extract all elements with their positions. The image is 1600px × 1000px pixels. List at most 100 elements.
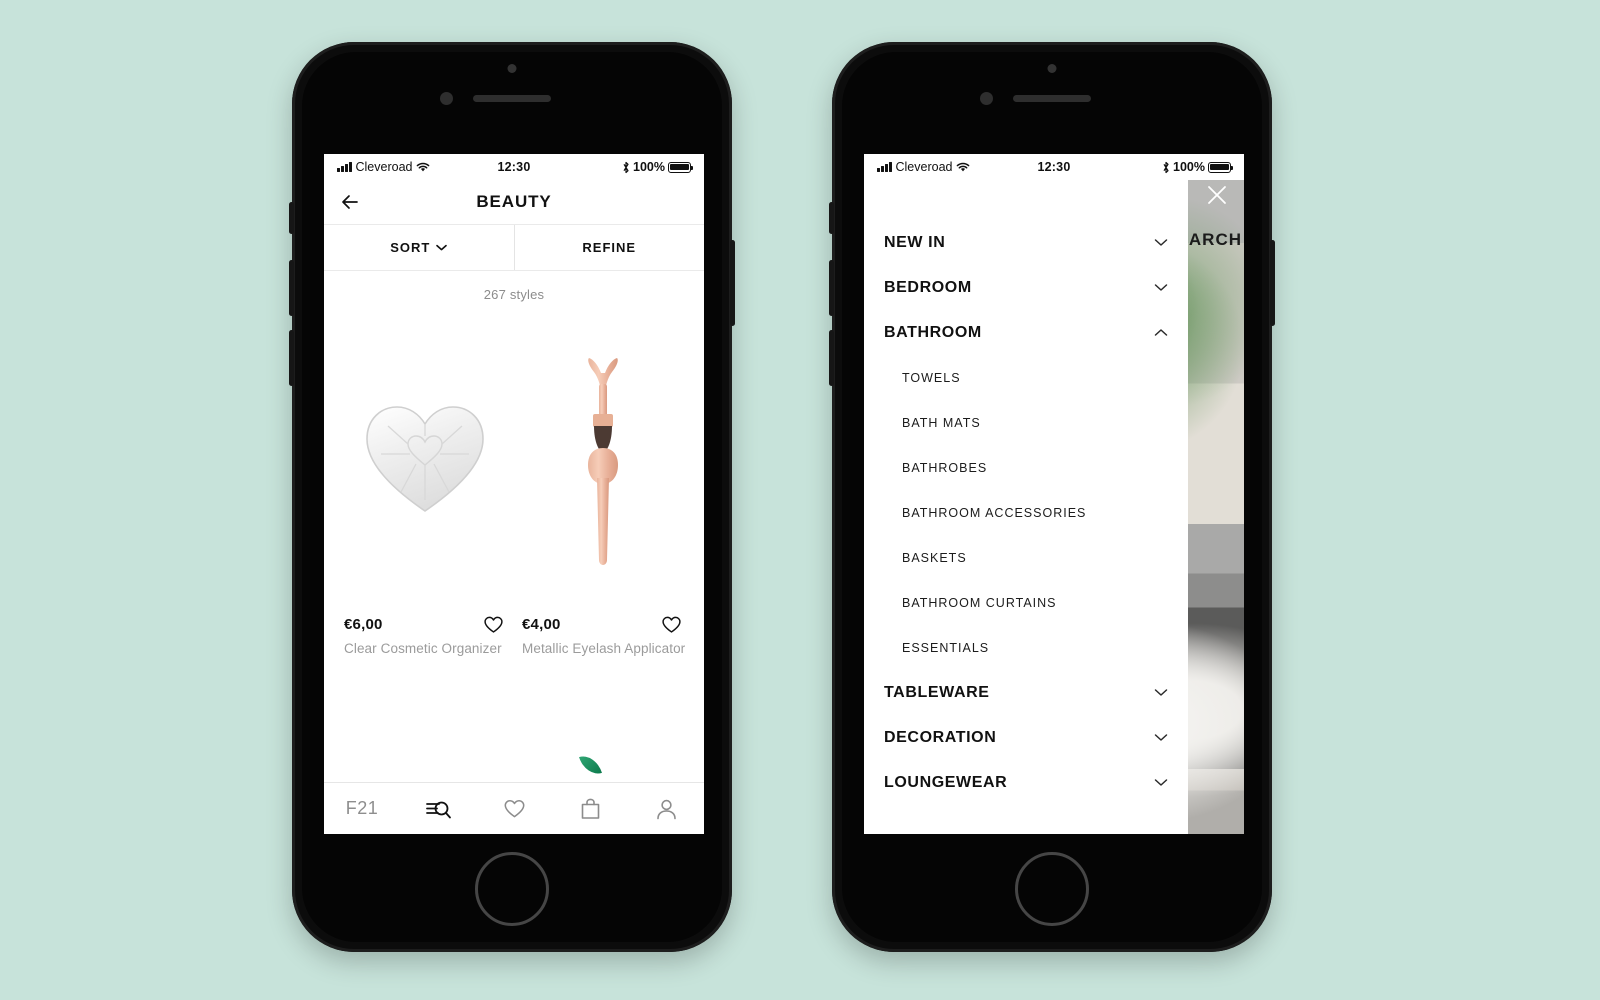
status-bar: Cleveroad 12:30 100% bbox=[324, 154, 704, 180]
heart-outline-icon[interactable] bbox=[483, 614, 504, 635]
signal-bars-icon bbox=[337, 162, 352, 172]
filter-bar: SORT REFINE bbox=[324, 224, 704, 271]
chevron-down-icon bbox=[1154, 689, 1168, 696]
refine-label: REFINE bbox=[582, 240, 637, 255]
battery-percent-label: 100% bbox=[1173, 160, 1205, 174]
menu-item-bathroom[interactable]: BATHROOM bbox=[864, 310, 1188, 355]
screenshot-stage: Cleveroad 12:30 100% BEAUTY SORT REFINE … bbox=[0, 0, 1600, 1000]
wifi-icon bbox=[417, 162, 430, 171]
shopping-bag-icon bbox=[581, 798, 599, 819]
sort-button[interactable]: SORT bbox=[324, 225, 514, 270]
volume-up-button[interactable] bbox=[289, 260, 294, 316]
category-drawer: NEW IN BEDROOM BATHROOM TOWELS BATH MATS… bbox=[864, 180, 1188, 834]
close-x-icon[interactable] bbox=[1206, 184, 1228, 206]
product-image-clear-cosmetic-organizer[interactable] bbox=[336, 308, 514, 608]
chevron-down-icon bbox=[1154, 779, 1168, 786]
tab-search[interactable] bbox=[400, 783, 476, 834]
submenu-item-bathroom-curtains[interactable]: BATHROOM CURTAINS bbox=[864, 580, 1188, 625]
submenu-label: BASKETS bbox=[902, 550, 967, 565]
power-button[interactable] bbox=[730, 240, 735, 326]
menu-item-tableware[interactable]: TABLEWARE bbox=[864, 670, 1188, 715]
proximity-sensor-icon bbox=[440, 92, 453, 105]
battery-full-icon bbox=[1208, 161, 1234, 173]
front-camera-icon bbox=[1047, 64, 1057, 73]
signal-bars-icon bbox=[877, 162, 892, 172]
battery-percent-label: 100% bbox=[633, 160, 665, 174]
submenu-item-baskets[interactable]: BASKETS bbox=[864, 535, 1188, 580]
silent-switch[interactable] bbox=[829, 202, 834, 234]
earpiece-speaker bbox=[1013, 95, 1091, 102]
submenu-item-bath-mats[interactable]: BATH MATS bbox=[864, 400, 1188, 445]
back-arrow-icon[interactable] bbox=[338, 190, 362, 214]
tab-bag[interactable] bbox=[552, 783, 628, 834]
volume-down-button[interactable] bbox=[289, 330, 294, 386]
menu-label: BEDROOM bbox=[884, 278, 972, 296]
submenu-item-bathrobes[interactable]: BATHROBES bbox=[864, 445, 1188, 490]
product-price: €4,00 bbox=[522, 616, 561, 633]
phone-device-left: Cleveroad 12:30 100% BEAUTY SORT REFINE … bbox=[289, 42, 735, 952]
chevron-down-icon bbox=[1154, 284, 1168, 291]
wifi-icon bbox=[957, 162, 970, 171]
phone-device-right: ARCH Cleveroad 12:30 100% NEW IN BEDROOM… bbox=[829, 42, 1275, 952]
product-card[interactable]: €6,00 Clear Cosmetic Organizer bbox=[336, 308, 514, 656]
heart-outline-icon bbox=[504, 799, 524, 818]
chevron-up-icon bbox=[1154, 329, 1168, 336]
product-name: Clear Cosmetic Organizer bbox=[344, 641, 502, 656]
tab-account[interactable] bbox=[628, 783, 704, 834]
heart-outline-icon[interactable] bbox=[661, 614, 682, 635]
submenu-item-bathroom-accessories[interactable]: BATHROOM ACCESSORIES bbox=[864, 490, 1188, 535]
submenu-item-essentials[interactable]: ESSENTIALS bbox=[864, 625, 1188, 670]
menu-item-bedroom[interactable]: BEDROOM bbox=[864, 265, 1188, 310]
silent-switch[interactable] bbox=[289, 202, 294, 234]
status-bar: Cleveroad 12:30 100% bbox=[864, 154, 1244, 180]
search-filter-icon bbox=[425, 801, 451, 818]
submenu-item-towels[interactable]: TOWELS bbox=[864, 355, 1188, 400]
price-row: €4,00 bbox=[514, 614, 692, 635]
bluetooth-icon bbox=[1163, 161, 1169, 173]
tab-wishlist[interactable] bbox=[476, 783, 552, 834]
carrier-label: Cleveroad bbox=[355, 160, 413, 174]
screen-right: ARCH Cleveroad 12:30 100% NEW IN BEDROOM… bbox=[864, 154, 1244, 834]
home-button[interactable] bbox=[1015, 852, 1089, 926]
submenu-label: BATHROBES bbox=[902, 460, 988, 475]
battery-full-icon bbox=[668, 161, 694, 173]
menu-label: NEW IN bbox=[884, 233, 946, 251]
refine-button[interactable]: REFINE bbox=[513, 225, 705, 270]
submenu-label: BATHROOM CURTAINS bbox=[902, 595, 1057, 610]
menu-label: BATHROOM bbox=[884, 323, 982, 341]
menu-item-new-in[interactable]: NEW IN bbox=[864, 220, 1188, 265]
sort-label: SORT bbox=[390, 240, 431, 255]
power-button[interactable] bbox=[1270, 240, 1275, 326]
submenu-label: BATH MATS bbox=[902, 415, 981, 430]
status-time: 12:30 bbox=[1037, 160, 1071, 174]
menu-label: LOUNGEWEAR bbox=[884, 773, 1008, 791]
product-price: €6,00 bbox=[344, 616, 383, 633]
earpiece-speaker bbox=[473, 95, 551, 102]
product-card[interactable]: €4,00 Metallic Eyelash Applicator bbox=[514, 308, 692, 656]
volume-down-button[interactable] bbox=[829, 330, 834, 386]
menu-item-decoration[interactable]: DECORATION bbox=[864, 715, 1188, 760]
tab-f21-home[interactable]: F21 bbox=[324, 783, 400, 834]
screen-left: Cleveroad 12:30 100% BEAUTY SORT REFINE … bbox=[324, 154, 704, 834]
person-account-icon bbox=[656, 799, 676, 819]
bluetooth-icon bbox=[623, 161, 629, 173]
brand-f21-logo: F21 bbox=[345, 798, 379, 818]
status-time: 12:30 bbox=[497, 160, 531, 174]
product-image-metallic-eyelash-applicator[interactable] bbox=[514, 308, 692, 608]
menu-label: TABLEWARE bbox=[884, 683, 990, 701]
product-grid: €6,00 Clear Cosmetic Organizer €4,00 Met… bbox=[324, 308, 704, 656]
carrier-label: Cleveroad bbox=[895, 160, 953, 174]
home-button[interactable] bbox=[475, 852, 549, 926]
results-count: 267 styles bbox=[483, 287, 545, 302]
bottom-tab-bar: F21 bbox=[324, 782, 704, 834]
volume-up-button[interactable] bbox=[829, 260, 834, 316]
chevron-down-icon bbox=[1154, 734, 1168, 741]
front-camera-icon bbox=[507, 64, 517, 73]
menu-item-loungewear[interactable]: LOUNGEWEAR bbox=[864, 760, 1188, 805]
chevron-down-icon bbox=[436, 244, 448, 251]
proximity-sensor-icon bbox=[980, 92, 993, 105]
submenu-label: ESSENTIALS bbox=[902, 640, 990, 655]
search-label-partial: ARCH bbox=[1188, 230, 1242, 249]
page-title: BEAUTY bbox=[476, 192, 552, 211]
partial-plant-thumbnail bbox=[579, 751, 602, 779]
